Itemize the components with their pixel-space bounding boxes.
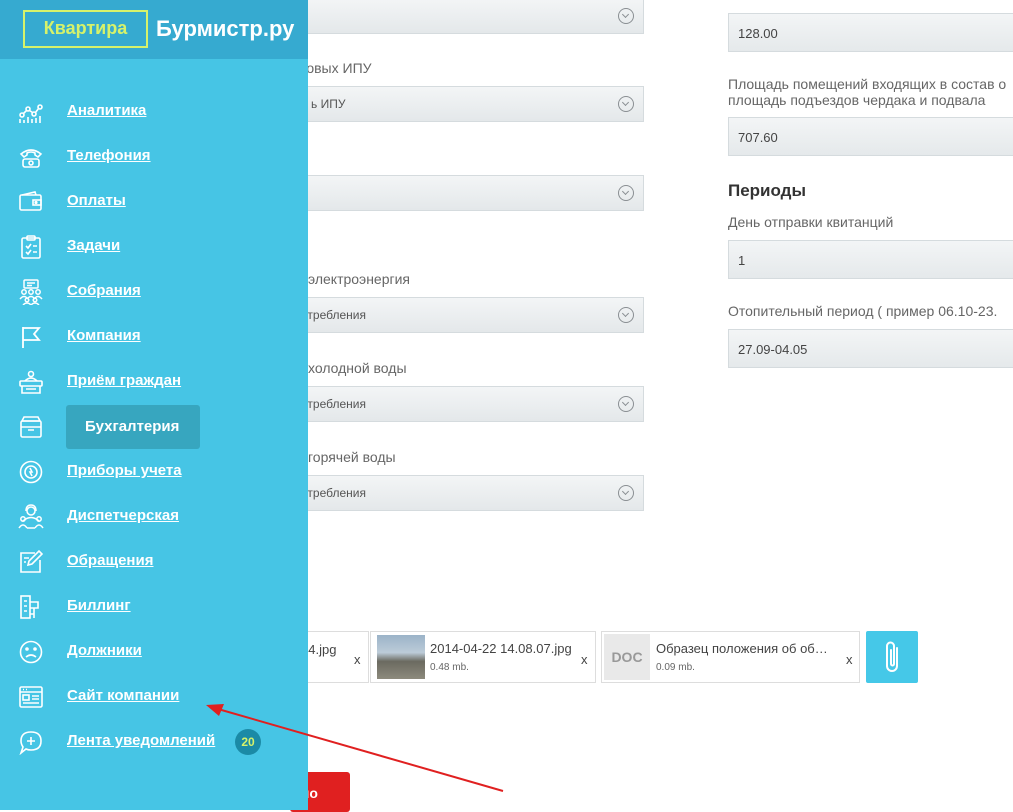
annotation-arrow [206, 704, 504, 792]
